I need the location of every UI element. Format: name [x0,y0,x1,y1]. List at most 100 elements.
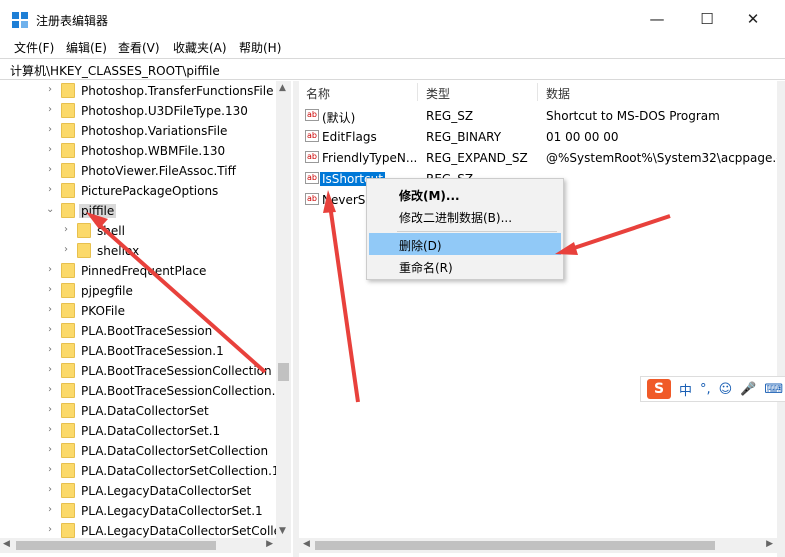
folder-icon [61,263,75,278]
scroll-right-icon[interactable]: ▶ [266,539,273,549]
expand-chevron-icon[interactable]: › [48,364,58,376]
menu-edit[interactable]: 编辑(E) [66,39,107,56]
tree-horizontal-scrollbar[interactable]: ◀ ▶ [0,538,291,553]
expand-chevron-icon[interactable]: › [48,444,58,456]
scroll-left-icon[interactable]: ◀ [303,539,310,549]
column-divider[interactable] [417,83,418,101]
expand-chevron-icon[interactable]: › [48,304,58,316]
scroll-thumb[interactable] [16,541,216,550]
expand-chevron-icon[interactable]: › [48,344,58,356]
folder-open-icon [61,203,75,218]
tree-item-label: PLA.LegacyDataCollectorSet [81,484,252,498]
expand-chevron-icon[interactable]: › [48,504,58,516]
menu-help[interactable]: 帮助(H) [239,39,281,56]
context-menu-rename[interactable]: 重命名(R) [369,255,561,277]
folder-icon [61,383,75,398]
folder-icon [61,463,75,478]
maximize-button[interactable]: ☐ [684,4,730,34]
table-row[interactable]: ab EditFlags REG_BINARY 01 00 00 00 [299,127,777,147]
scroll-up-icon[interactable]: ▲ [279,83,286,93]
menu-item-label: 重命名(R) [399,261,453,275]
expand-chevron-icon[interactable]: › [64,224,74,236]
menu-file[interactable]: 文件(F) [14,39,54,56]
list-vertical-scrollbar[interactable] [777,81,785,557]
menu-item-label: 修改(M)... [399,189,460,203]
value-type: REG_EXPAND_SZ [426,151,528,165]
scroll-down-icon[interactable]: ▼ [279,526,286,536]
expand-chevron-icon[interactable]: › [48,124,58,136]
context-menu-delete[interactable]: 删除(D) [369,233,561,255]
tree-item-label: Photoshop.U3DFileType.130 [81,104,248,118]
column-header-name[interactable]: 名称 [306,85,330,102]
scroll-thumb[interactable] [315,541,715,550]
folder-icon [61,363,75,378]
menu-separator [397,231,557,232]
expand-chevron-icon[interactable]: › [48,284,58,296]
expand-chevron-icon[interactable]: › [48,264,58,276]
expand-chevron-icon[interactable]: › [48,404,58,416]
minimize-button[interactable]: — [634,4,680,34]
scroll-left-icon[interactable]: ◀ [3,539,10,549]
menu-item-label: 修改二进制数据(B)... [399,211,513,225]
expand-chevron-icon[interactable]: › [48,184,58,196]
menu-favorites[interactable]: 收藏夹(A) [173,39,227,56]
folder-icon [61,83,75,98]
string-value-icon: ab [305,151,319,163]
tree-item-label: PhotoViewer.FileAssoc.Tiff [81,164,236,178]
tree-item-label: shell [97,224,125,238]
value-data: 01 00 00 00 [546,130,619,144]
column-header-type[interactable]: 类型 [426,85,450,102]
tree-item-label: PLA.LegacyDataCollectorSet.1 [81,504,263,518]
expand-chevron-icon[interactable]: › [48,484,58,496]
ime-microphone-icon[interactable]: 🎤 [740,382,756,397]
tree-vertical-scrollbar[interactable]: ▲ ▼ [276,81,291,538]
ime-keyboard-icon[interactable]: ⌨ [764,382,783,397]
folder-icon [61,343,75,358]
folder-icon [61,163,75,178]
tree-item-label: pjpegfile [81,284,133,298]
context-menu-modify-binary[interactable]: 修改二进制数据(B)... [369,205,561,227]
folder-icon [61,443,75,458]
ime-emoji-icon[interactable]: ☺ [719,382,733,397]
expand-chevron-icon[interactable]: › [48,324,58,336]
folder-icon [61,323,75,338]
table-row[interactable]: ab (默认) REG_SZ Shortcut to MS-DOS Progra… [299,106,777,126]
sogou-logo-icon[interactable]: S [647,379,671,399]
tree-item-label: PLA.DataCollectorSetCollection [81,444,269,458]
table-row[interactable]: ab FriendlyTypeN... REG_EXPAND_SZ @%Syst… [299,148,777,168]
tree-item-label: PLA.LegacyDataCollectorSetCollec [81,524,288,538]
close-button[interactable]: ✕ [730,4,776,34]
scroll-right-icon[interactable]: ▶ [766,539,773,549]
tree-item-label: Photoshop.WBMFile.130 [81,144,226,158]
menu-item-label: 删除(D) [399,239,442,253]
scroll-thumb[interactable] [278,363,289,381]
address-bar[interactable]: 计算机\HKEY_CLASSES_ROOT\piffile [0,58,785,80]
expand-chevron-icon[interactable]: › [48,524,58,536]
column-header-data[interactable]: 数据 [546,85,570,102]
column-divider[interactable] [537,83,538,101]
ime-toolbar[interactable]: S 中 °, ☺ 🎤 ⌨ [640,376,785,402]
menu-view[interactable]: 查看(V) [118,39,160,56]
expand-chevron-icon[interactable]: › [48,464,58,476]
list-horizontal-scrollbar[interactable]: ◀ ▶ [299,538,777,553]
value-list: 名称 类型 数据 ab (默认) REG_SZ Shortcut to MS-D… [299,81,777,557]
value-name: EditFlags [322,130,377,144]
folder-icon [61,183,75,198]
expand-chevron-icon[interactable]: › [48,84,58,96]
tree-item-label: PLA.BootTraceSession.1 [81,344,224,358]
context-menu-modify[interactable]: 修改(M)... [369,183,561,205]
tree-item-label: piffile [79,204,117,218]
tree-item-label: shellex [97,244,140,258]
expand-chevron-icon[interactable]: › [48,144,58,156]
expand-chevron-icon[interactable]: › [48,424,58,436]
expand-chevron-icon[interactable]: › [48,164,58,176]
expand-chevron-icon[interactable]: › [48,104,58,116]
expand-chevron-icon[interactable]: › [48,384,58,396]
expand-chevron-icon[interactable]: › [64,244,74,256]
tree-item-label: PLA.DataCollectorSet [81,404,209,418]
binary-value-icon: ab [305,130,319,142]
ime-chinese-mode[interactable]: 中 [679,380,692,399]
tree-item-label: Photoshop.VariationsFile [81,124,228,138]
ime-punctuation-icon[interactable]: °, [700,382,711,397]
collapse-chevron-icon[interactable]: ⌄ [46,204,56,216]
